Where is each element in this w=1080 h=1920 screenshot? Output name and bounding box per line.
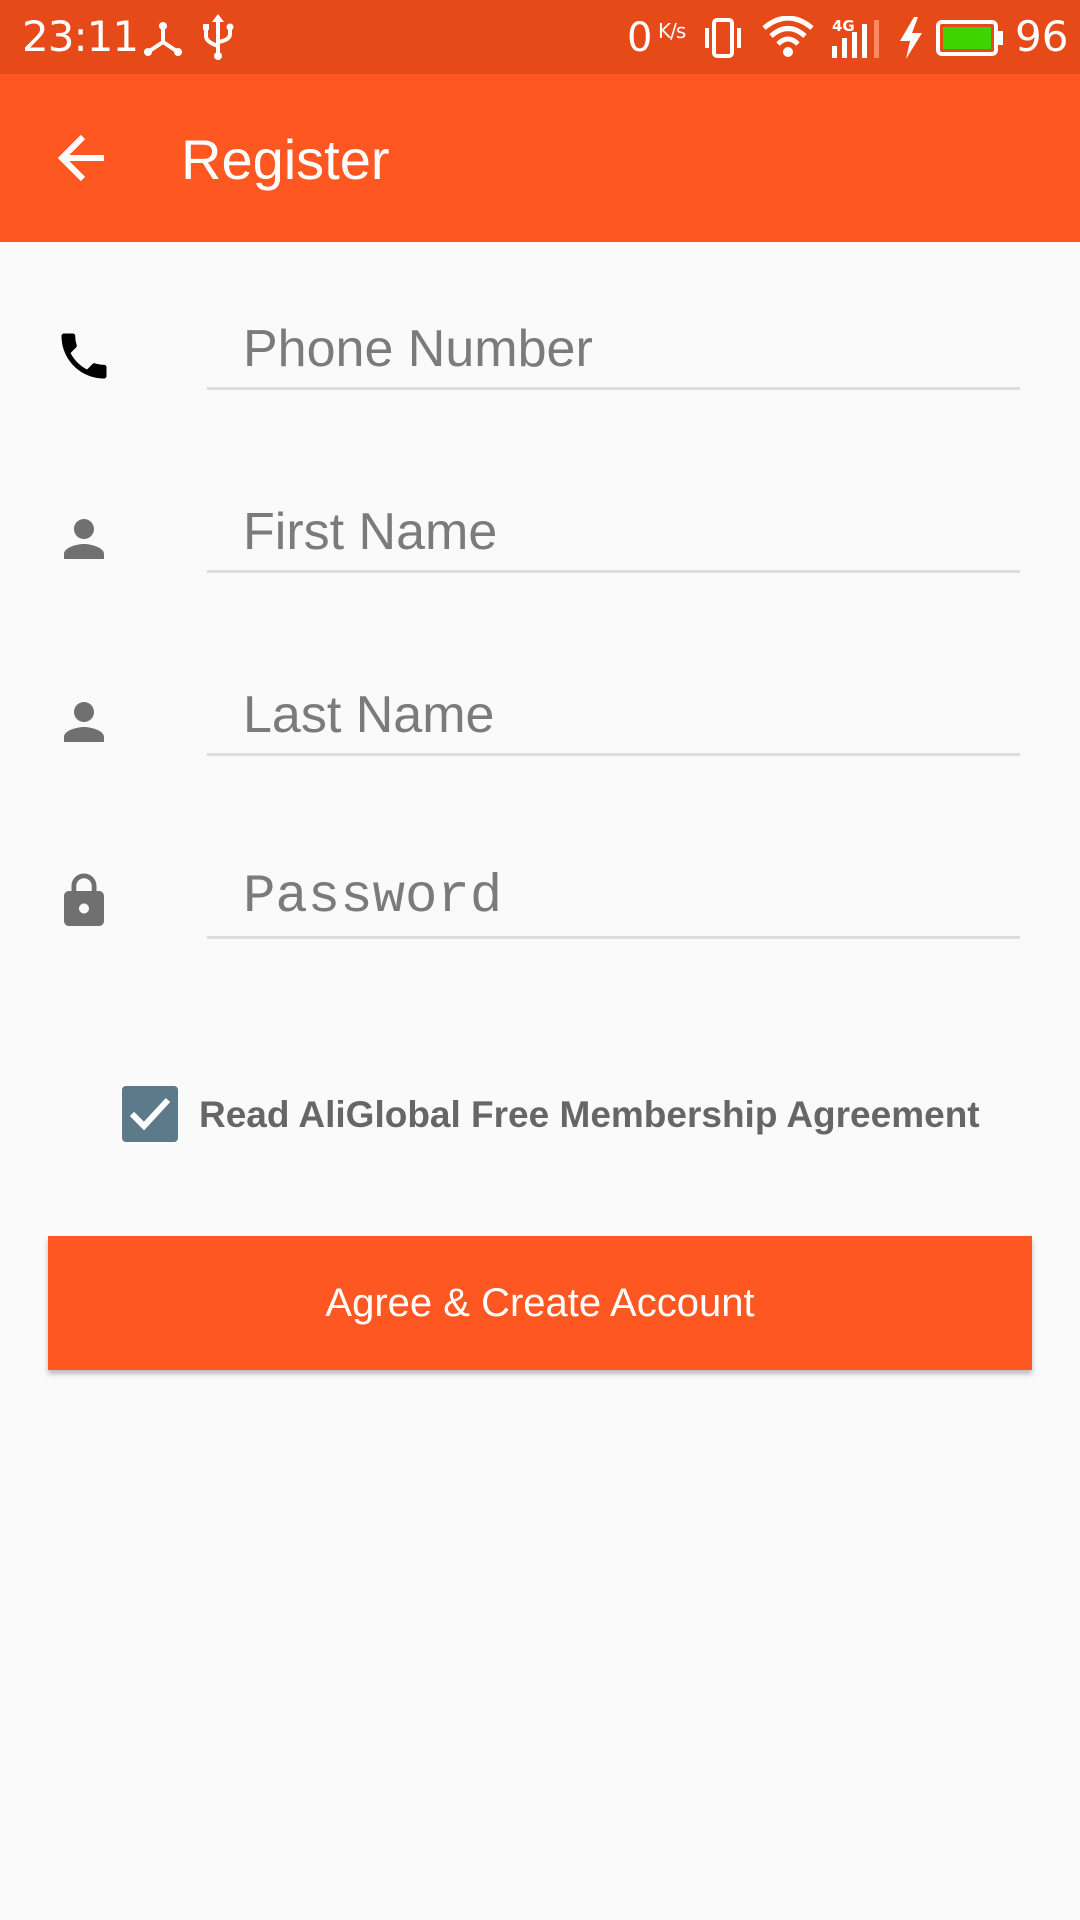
phone-number-input[interactable] bbox=[207, 310, 1020, 390]
signal-icon bbox=[832, 20, 879, 58]
first-name-row bbox=[0, 493, 1080, 613]
network-speed-unit: K/s bbox=[658, 19, 686, 43]
app-bar: Register bbox=[0, 74, 1080, 242]
battery-level: 96 bbox=[1015, 12, 1069, 61]
arrow-back-icon bbox=[57, 134, 104, 182]
lock-icon bbox=[64, 873, 104, 926]
first-name-input[interactable] bbox=[207, 493, 1020, 573]
agreement-checkbox-row[interactable]: Read AliGlobal Free Membership Agreement bbox=[122, 1084, 1022, 1142]
charging-icon bbox=[900, 17, 922, 59]
agreement-checkbox[interactable] bbox=[122, 1086, 178, 1142]
last-name-row bbox=[0, 676, 1080, 796]
battery-icon bbox=[936, 20, 1003, 56]
usb-tethering-icon bbox=[144, 22, 182, 56]
vibrate-icon bbox=[705, 18, 741, 58]
back-button[interactable] bbox=[44, 120, 120, 196]
network-speed-value: 0 bbox=[627, 15, 653, 61]
status-bar: 23:11 0 K/s 4G 96 bbox=[0, 0, 1080, 74]
checkmark-icon bbox=[129, 1097, 171, 1131]
wifi-icon bbox=[762, 16, 814, 57]
page-title: Register bbox=[181, 128, 390, 191]
agreement-label[interactable]: Read AliGlobal Free Membership Agreement bbox=[199, 1093, 980, 1137]
password-input[interactable] bbox=[207, 859, 1020, 939]
agree-create-account-button[interactable]: Agree & Create Account bbox=[48, 1236, 1032, 1370]
phone-row bbox=[0, 310, 1080, 430]
usb-icon bbox=[203, 14, 234, 60]
person-icon bbox=[64, 702, 104, 742]
last-name-input[interactable] bbox=[207, 676, 1020, 756]
person-icon bbox=[64, 519, 104, 559]
status-time: 23:11 bbox=[22, 12, 139, 61]
phone-icon bbox=[61, 333, 107, 379]
password-row bbox=[0, 859, 1080, 979]
